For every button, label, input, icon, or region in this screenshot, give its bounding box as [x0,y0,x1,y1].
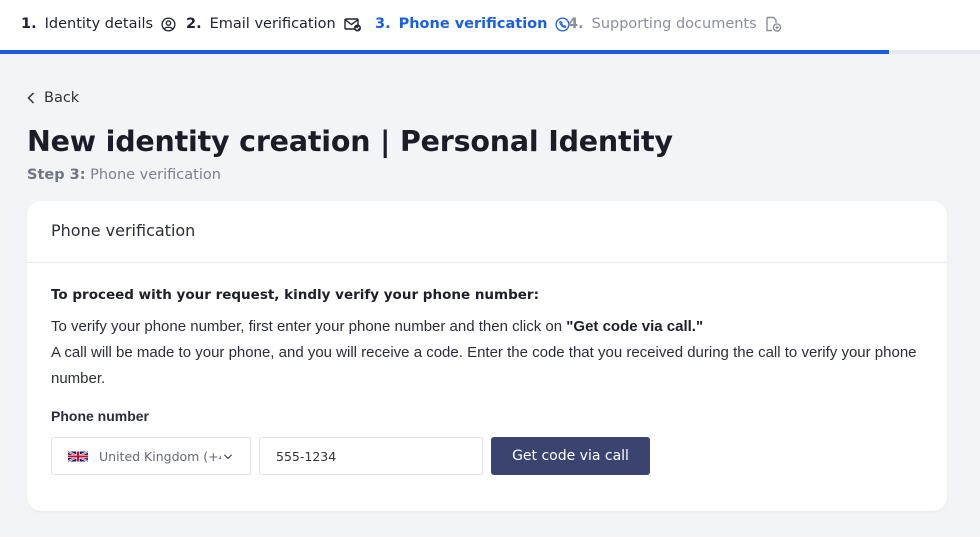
document-add-icon [765,16,781,32]
step-prefix: Step 3: [27,167,86,183]
instructions-part-2: A call will be made to your phone, and y… [51,344,917,387]
chevron-down-icon [221,452,235,462]
back-label: Back [44,90,80,106]
step-subtitle: Step 3: Phone verification [27,167,221,183]
step-name: Phone verification [90,167,221,183]
instructions-part-1: To verify your phone number, first enter… [51,318,567,335]
uk-flag-icon [68,450,88,463]
stepper: 1. Identity details 2. Email verificatio… [0,0,980,54]
chevron-left-icon [27,92,35,104]
mail-check-icon [344,17,361,31]
step-label: Email verification [209,16,336,32]
card-header: Phone verification [27,201,947,263]
step-label: Supporting documents [591,16,757,32]
step-number: 4. [568,16,584,32]
phone-verification-card: Phone verification To proceed with your … [27,201,947,511]
country-code-select[interactable]: United Kingdom (+44) [51,437,251,475]
instructions: To verify your phone number, first enter… [51,314,931,392]
instructions-emphasis: "Get code via call." [566,318,704,335]
step-email-verification[interactable]: 2. Email verification [186,14,362,34]
intro-text: To proceed with your request, kindly ver… [51,287,539,303]
country-code-value: United Kingdom (+44) [99,449,229,464]
progress-fill [0,50,889,54]
page-title: New identity creation | Personal Identit… [27,125,673,158]
step-identity-details[interactable]: 1. Identity details [21,14,176,34]
step-label: Identity details [44,16,154,32]
step-supporting-documents[interactable]: 4. Supporting documents [568,14,782,34]
step-number: 2. [186,16,202,32]
step-number: 3. [375,16,391,32]
user-circle-icon [161,16,176,32]
get-code-via-call-button[interactable]: Get code via call [491,437,650,475]
phone-number-input[interactable] [259,437,483,475]
back-link[interactable]: Back [27,90,79,106]
phone-number-label: Phone number [51,408,150,424]
step-label: Phone verification [398,16,548,32]
card-title: Phone verification [51,221,196,240]
step-number: 1. [21,16,37,32]
step-phone-verification[interactable]: 3. Phone verification [375,14,570,34]
